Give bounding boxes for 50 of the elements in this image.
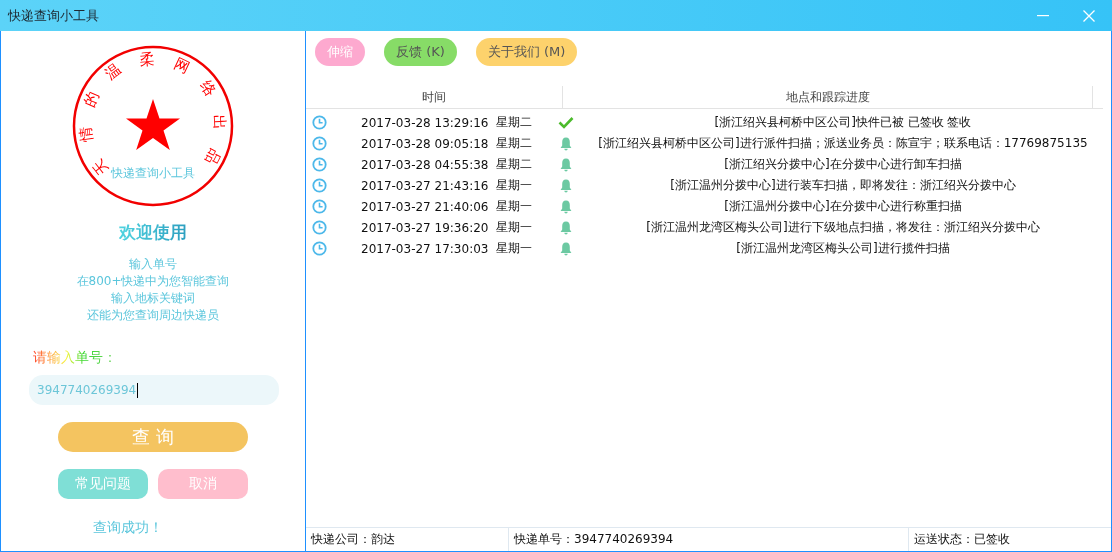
welcome-heading: 欢迎使用: [119, 221, 187, 244]
intro-text: 输入单号: [129, 257, 177, 272]
weekday-cell-text: 星期二: [496, 156, 533, 173]
column-header[interactable]: 时间: [306, 86, 562, 108]
weekday-cell-text: 星期一: [496, 198, 533, 215]
detail-cell-text: [浙江绍兴县柯桥中区公司]快件已被 已签收 签收: [713, 114, 973, 131]
status-text: 快递单号：3947740269394: [508, 528, 908, 551]
weekday-cell-text: 星期一: [496, 177, 533, 194]
detail-cell-text: [浙江温州龙湾区梅头公司]进行下级地点扫描，将发往：浙江绍兴分拨中心: [645, 219, 1041, 236]
time-cell-text: 2017-03-28 13:29:16: [360, 115, 490, 130]
weekday-cell-text: 星期一: [496, 219, 533, 236]
status-text: 运送状态：已签收: [908, 528, 1111, 551]
time-cell-text: 2017-03-28 04:55:38: [360, 157, 490, 172]
status-text: 快递公司：韵达: [310, 531, 396, 548]
clock-icon: [312, 220, 327, 235]
toolbar-button[interactable]: 关于我们 (M): [475, 38, 578, 66]
detail-cell-text: [浙江温州龙湾区梅头公司]进行揽件扫描: [735, 240, 951, 257]
time-cell-text: 2017-03-27 17:30:03: [360, 241, 490, 256]
time-cell-text: 2017-03-28 09:05:18: [360, 136, 490, 151]
clock-icon: [312, 115, 327, 130]
close-icon: [1083, 9, 1095, 22]
clock-icon: [312, 241, 327, 256]
clock-icon: [312, 178, 327, 193]
toolbar-button[interactable]: 反馈 (K): [384, 38, 457, 66]
weekday-cell-text: 星期二: [496, 135, 533, 152]
clock-icon: [312, 199, 327, 214]
clock-icon: [312, 157, 327, 172]
intro-text: 输入地标关键词: [111, 291, 195, 306]
weekday-cell-text: 星期一: [496, 240, 533, 257]
faq-button[interactable]: 常见问题: [58, 469, 148, 499]
detail-cell-text: [浙江温州分拨中心]进行装车扫描，即将发往：浙江绍兴分拨中心: [669, 177, 1017, 194]
query-button[interactable]: 查 询: [58, 422, 248, 452]
toolbar-button[interactable]: 伸缩: [315, 38, 365, 66]
intro-text: 在800+快递中为您智能查询: [76, 274, 230, 289]
minimize-icon: [1037, 14, 1049, 17]
detail-cell-text: [浙江绍兴县柯桥中区公司]进行派件扫描；派送业务员：陈宣宇；联系电话：17769875135: [597, 135, 1089, 152]
clock-icon: [312, 136, 327, 151]
intro-text: 还能为您查询周边快递员: [87, 308, 219, 323]
time-cell-text: 2017-03-27 21:43:16: [360, 178, 490, 193]
detail-cell-text: [浙江绍兴分拨中心]在分拨中心进行卸车扫描: [723, 156, 963, 173]
time-cell-text: 2017-03-27 19:36:20: [360, 220, 490, 235]
column-header[interactable]: 地点和跟踪进度: [562, 86, 1092, 108]
detail-cell-text: [浙江温州分拨中心]在分拨中心进行称重扫描: [723, 198, 963, 215]
tracking-number-field[interactable]: 3947740269394: [29, 375, 279, 405]
window-title: 快递查询小工具: [8, 6, 100, 25]
seal-drawing: 天情的温柔网络出品 快递查询小工具: [71, 44, 235, 208]
result-message: 查询成功！: [93, 519, 163, 537]
time-cell-text: 2017-03-27 21:40:06: [360, 199, 490, 214]
cancel-button[interactable]: 取消: [158, 469, 248, 499]
weekday-cell-text: 星期二: [496, 114, 533, 131]
